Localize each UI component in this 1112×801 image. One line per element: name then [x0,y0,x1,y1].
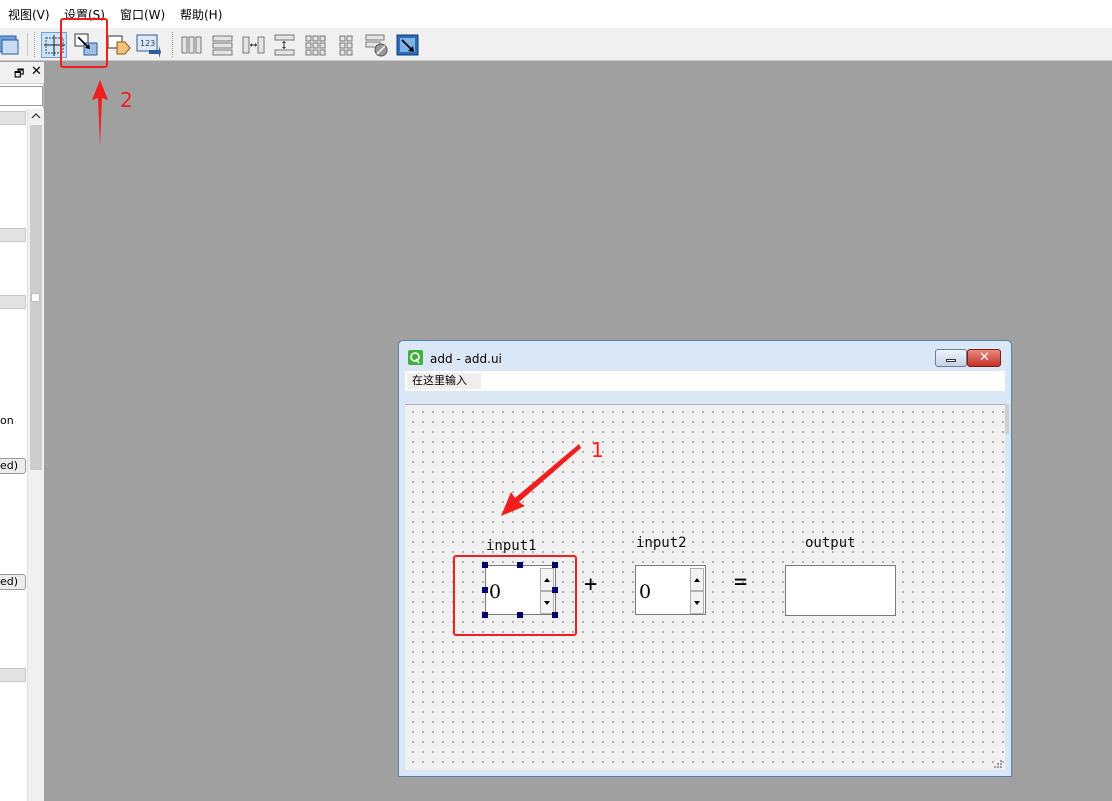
break-layout-icon[interactable] [364,32,390,58]
layout-grid-icon[interactable] [303,32,329,58]
layout-vertical-icon[interactable] [210,32,236,58]
category-header[interactable] [0,228,26,242]
output-field[interactable] [785,565,896,616]
dock-title-bar: 🗗 ✕ [0,62,44,84]
menu-window[interactable]: 窗口(W) [120,7,165,23]
category-header[interactable] [0,668,26,682]
label-output: output [805,535,856,551]
widget-box-icon[interactable] [0,32,22,58]
close-dock-icon[interactable]: ✕ [31,64,42,79]
dock-partial-button-label: ed) [0,575,19,588]
canvas-edge [1005,404,1009,434]
close-button[interactable]: ✕ [967,349,1001,367]
dock-partial-text: on [0,414,14,427]
dock-partial-button[interactable]: ed) [0,458,26,474]
annotation-box-2 [60,18,108,68]
qt-logo-icon [408,350,423,365]
layout-vertical-splitter-icon[interactable] [272,32,298,58]
label-input2: input2 [636,535,687,551]
category-header[interactable] [0,295,26,309]
menu-help[interactable]: 帮助(H) [180,7,222,23]
filter-input[interactable] [0,86,43,106]
form-menu-bar [405,371,1005,391]
menu-view[interactable]: 视图(V) [8,7,50,23]
dock-partial-button[interactable]: ed) [0,574,26,590]
edit-tab-order-icon[interactable]: 123 [135,32,161,58]
dock-partial-button-label: ed) [0,459,19,472]
toolbar-grip [34,32,37,57]
annotation-arrow-2 [92,80,108,146]
equals-sign: = [734,570,748,595]
toolbar-grip [172,32,175,57]
float-dock-icon[interactable]: 🗗 [14,65,24,84]
annotation-number-2: 2 [120,88,133,112]
layout-horizontal-splitter-icon[interactable] [241,32,267,58]
input2-value: 0 [639,581,652,603]
svg-text:123: 123 [140,39,155,48]
scroll-up-icon[interactable] [31,112,41,120]
toolbar-separator [27,33,28,56]
annotation-box-1 [453,555,577,636]
layout-form-icon[interactable] [334,32,360,58]
form-menu-placeholder[interactable]: 在这里输入 [407,373,481,389]
dock-scrollbar[interactable] [27,109,44,801]
input2-spinbox[interactable]: 0 [635,565,706,615]
form-window-title: add - add.ui [430,352,502,366]
scroll-marker [31,293,40,302]
plus-sign: + [584,572,598,597]
toolbar: 123 [0,28,1112,61]
annotation-arrow-1 [501,444,581,516]
menu-bar: 视图(V) 设置(S) 窗口(W) 帮助(H) [0,0,1112,28]
size-grip-icon[interactable] [993,759,1003,769]
edit-buddies-icon[interactable] [105,32,131,58]
adjust-size-icon[interactable] [395,32,421,58]
label-input1: input1 [486,538,537,554]
close-icon: ✕ [979,350,990,365]
minimize-button[interactable] [935,349,967,367]
annotation-number-1: 1 [591,438,604,462]
input2-down-button[interactable] [690,591,704,614]
category-header[interactable] [0,111,26,125]
layout-horizontal-icon[interactable] [179,32,205,58]
input2-up-button[interactable] [690,568,704,591]
